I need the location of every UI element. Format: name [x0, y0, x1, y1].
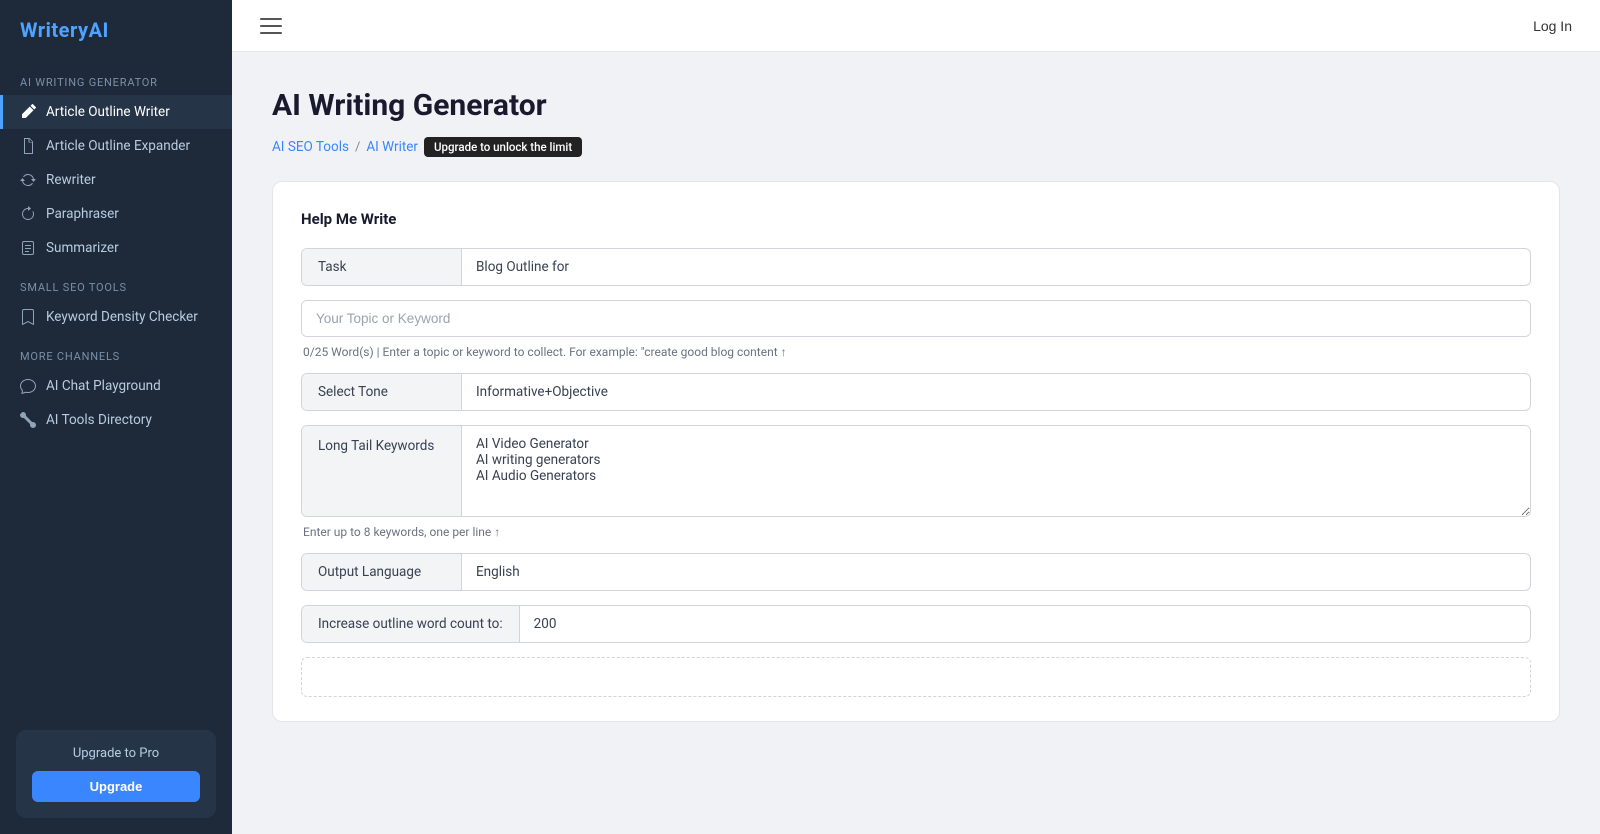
- topic-hint: 0/25 Word(s) | Enter a topic or keyword …: [301, 345, 1531, 359]
- check-icon: [20, 309, 36, 325]
- topic-input[interactable]: [302, 301, 1530, 336]
- sidebar-item-article-outline-expander[interactable]: Article Outline Expander: [0, 129, 232, 163]
- upgrade-title: Upgrade to Pro: [32, 746, 200, 761]
- wrench-icon: [20, 412, 36, 428]
- sidebar-label-article-outline-expander: Article Outline Expander: [46, 138, 190, 154]
- upgrade-badge[interactable]: Upgrade to unlock the limit: [424, 137, 582, 157]
- tone-label: Select Tone: [302, 374, 462, 410]
- output-language-value[interactable]: English: [462, 554, 1530, 590]
- task-value: Blog Outline for: [462, 249, 1530, 285]
- bottom-field-row: [301, 657, 1531, 697]
- breadcrumb-link-seo[interactable]: AI SEO Tools: [272, 139, 349, 155]
- topic-field-row[interactable]: [301, 300, 1531, 337]
- sidebar-label-article-outline-writer: Article Outline Writer: [46, 104, 170, 120]
- topbar: Log In: [232, 0, 1600, 52]
- logo-text: Writery: [20, 18, 89, 42]
- main-area: Log In AI Writing Generator AI SEO Tools…: [232, 0, 1600, 834]
- refresh-icon: [20, 172, 36, 188]
- breadcrumb-link-writer[interactable]: AI Writer: [366, 139, 418, 155]
- upgrade-box: Upgrade to Pro Upgrade: [16, 730, 216, 818]
- keywords-hint: Enter up to 8 keywords, one per line ↑: [301, 525, 1531, 539]
- section-label-writing: AI Writing Generator: [0, 60, 232, 95]
- logo-suffix: AI: [89, 18, 109, 42]
- form-card: Help Me Write Task Blog Outline for 0/25…: [272, 181, 1560, 722]
- chat-icon: [20, 378, 36, 394]
- upgrade-button[interactable]: Upgrade: [32, 771, 200, 802]
- sidebar-item-paraphraser[interactable]: Paraphraser: [0, 197, 232, 231]
- sidebar-item-ai-tools-directory[interactable]: AI Tools Directory: [0, 403, 232, 437]
- word-count-field-row: Increase outline word count to: 200: [301, 605, 1531, 643]
- sidebar-item-summarizer[interactable]: Summarizer: [0, 231, 232, 265]
- sidebar-label-keyword-density: Keyword Density Checker: [46, 309, 198, 325]
- tone-value[interactable]: Informative+Objective: [462, 374, 1530, 410]
- page-content: AI Writing Generator AI SEO Tools / AI W…: [232, 52, 1600, 834]
- sidebar-item-ai-chat-playground[interactable]: AI Chat Playground: [0, 369, 232, 403]
- form-title: Help Me Write: [301, 210, 1531, 228]
- hamburger-menu[interactable]: [260, 18, 282, 34]
- sidebar-label-tools-directory: AI Tools Directory: [46, 412, 152, 428]
- breadcrumb: AI SEO Tools / AI Writer Upgrade to unlo…: [272, 137, 1560, 157]
- hamburger-line-1: [260, 18, 282, 20]
- hamburger-line-3: [260, 32, 282, 34]
- word-count-label: Increase outline word count to:: [302, 606, 520, 642]
- sidebar: WriteryAI AI Writing Generator Article O…: [0, 0, 232, 834]
- loop-icon: [20, 206, 36, 222]
- output-language-label: Output Language: [302, 554, 462, 590]
- sidebar-label-paraphraser: Paraphraser: [46, 206, 119, 222]
- sidebar-label-chat-playground: AI Chat Playground: [46, 378, 161, 394]
- app-logo[interactable]: WriteryAI: [0, 0, 232, 60]
- sidebar-label-rewriter: Rewriter: [46, 172, 96, 188]
- doc-icon: [20, 240, 36, 256]
- output-language-field-row: Output Language English: [301, 553, 1531, 591]
- file-icon: [20, 138, 36, 154]
- tone-field-row: Select Tone Informative+Objective: [301, 373, 1531, 411]
- edit-icon: [20, 104, 36, 120]
- page-title: AI Writing Generator: [272, 88, 1560, 123]
- section-label-channels: More Channels: [0, 334, 232, 369]
- keywords-textarea[interactable]: AI Video Generator AI writing generators…: [462, 426, 1530, 516]
- task-label: Task: [302, 249, 462, 285]
- section-label-seo: Small SEO Tools: [0, 265, 232, 300]
- sidebar-label-summarizer: Summarizer: [46, 240, 119, 256]
- task-field-row: Task Blog Outline for: [301, 248, 1531, 286]
- sidebar-item-article-outline-writer[interactable]: Article Outline Writer: [0, 95, 232, 129]
- breadcrumb-separator: /: [355, 140, 360, 155]
- keywords-field-row: Long Tail Keywords AI Video Generator AI…: [301, 425, 1531, 517]
- word-count-value[interactable]: 200: [520, 606, 1530, 642]
- sidebar-item-rewriter[interactable]: Rewriter: [0, 163, 232, 197]
- keywords-label: Long Tail Keywords: [302, 426, 462, 516]
- sidebar-item-keyword-density-checker[interactable]: Keyword Density Checker: [0, 300, 232, 334]
- login-button[interactable]: Log In: [1533, 18, 1572, 34]
- hamburger-line-2: [260, 25, 282, 27]
